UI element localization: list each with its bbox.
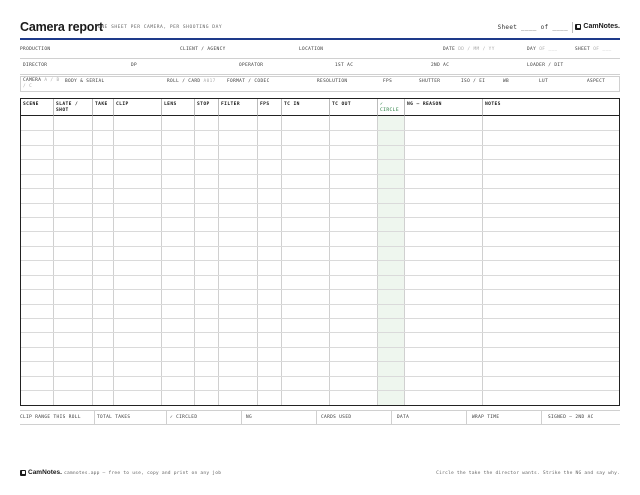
resolution-field[interactable]: RESOLUTION: [317, 79, 347, 84]
header-rule: [20, 38, 620, 40]
sheet-label: SHEET: [575, 47, 591, 52]
table-row-line: [21, 188, 619, 190]
page-title: Camera report: [20, 20, 103, 34]
director-field[interactable]: DIRECTOR: [23, 63, 47, 68]
first-ac-field[interactable]: 1ST AC: [335, 63, 353, 68]
client-field[interactable]: CLIENT / AGENCY: [180, 47, 226, 52]
header-filter: FILTER: [219, 99, 258, 116]
brand-name: CamNotes.: [583, 23, 620, 30]
body-serial-field[interactable]: BODY & SERIAL: [65, 79, 105, 84]
roll-card-field[interactable]: ROLL / CARD A017: [167, 79, 216, 84]
day-label: DAY: [527, 47, 537, 52]
ng-count-field[interactable]: NG: [242, 411, 317, 425]
lut-field[interactable]: LUT: [539, 79, 548, 84]
meta-row-crew: DIRECTOR DP OPERATOR 1ST AC 2ND AC LOADE…: [20, 60, 620, 75]
meta-row-production: PRODUCTION CLIENT / AGENCY LOCATION DATE…: [20, 44, 620, 59]
header-divider: [572, 22, 573, 33]
roll-label: ROLL / CARD: [167, 79, 201, 84]
take-log-table: SCENE SLATE / SHOT TAKE CLIP LENS STOP FILTER FP…: [20, 98, 620, 406]
camnotes-logo-icon: [20, 469, 26, 476]
circled-count-field[interactable]: ✓ CIRCLED: [167, 411, 242, 425]
header-notes: NOTES: [483, 99, 619, 116]
header-fps: FPS: [258, 99, 282, 116]
header-circle: ✓ CIRCLE: [378, 99, 405, 116]
sheet-count-field[interactable]: Sheet ____ of ____: [498, 24, 568, 31]
report-header: Camera report ONE SHEET PER CAMERA, PER …: [20, 19, 620, 37]
iso-field[interactable]: ISO / EI: [461, 79, 485, 84]
header-take: TAKE: [93, 99, 114, 116]
page-footer: CamNotes. camnotes.app — free to use, co…: [20, 469, 620, 479]
date-label: DATE: [443, 47, 456, 52]
meta-row-camera: CAMERA A / B / C BODY & SERIAL ROLL / CAR…: [20, 76, 620, 92]
table-row-line: [21, 231, 619, 233]
wrap-time-field[interactable]: WRAP TIME: [467, 411, 542, 425]
sheet-hint: OF ___: [593, 47, 612, 52]
table-row-line: [21, 216, 619, 218]
wb-field[interactable]: WB: [503, 79, 509, 84]
footer-tip: Circle the take the director wants. Stri…: [436, 471, 620, 476]
table-row-line: [21, 173, 619, 175]
table-row-line: [21, 289, 619, 291]
camnotes-logo-icon: [575, 23, 582, 30]
loader-field[interactable]: LOADER / DIT: [527, 63, 564, 68]
header-tc_in: TC IN: [282, 99, 330, 116]
footer-note: camnotes.app — free to use, copy and pri…: [64, 471, 222, 476]
table-row-line: [21, 303, 619, 305]
roll-summary: CLIP RANGE THIS ROLL TOTAL TAKES ✓ CIRCL…: [20, 410, 620, 425]
format-codec-field[interactable]: FORMAT / CODEC: [227, 79, 270, 84]
header-ng: NG — REASON: [405, 99, 483, 116]
table-row-line: [21, 245, 619, 247]
table-row-line: [21, 274, 619, 276]
clip-range-field[interactable]: CLIP RANGE THIS ROLL: [20, 411, 95, 425]
table-row-line: [21, 260, 619, 262]
dp-field[interactable]: DP: [131, 63, 137, 68]
day-field[interactable]: DAY OF ___: [527, 47, 557, 52]
header-tc_out: TC OUT: [330, 99, 378, 116]
camera-label: CAMERA: [23, 78, 42, 83]
camera-field[interactable]: CAMERA A / B / C: [23, 78, 60, 89]
cards-used-field[interactable]: CARDS USED: [317, 411, 392, 425]
camera-hint-b: / C: [23, 83, 33, 89]
table-row-line: [21, 159, 619, 161]
table-row-line: [21, 202, 619, 204]
roll-hint: A017: [203, 79, 216, 84]
second-ac-field[interactable]: 2ND AC: [431, 63, 449, 68]
brand-logo: CamNotes.: [575, 23, 620, 30]
aspect-field[interactable]: ASPECT: [587, 79, 605, 84]
table-row-line: [21, 144, 619, 146]
page-subtitle: ONE SHEET PER CAMERA, PER SHOOTING DAY: [98, 25, 223, 30]
date-hint: DD / MM / YY: [458, 47, 495, 52]
header-scene: SCENE: [21, 99, 54, 116]
footer-brand: CamNotes.: [20, 469, 62, 476]
header-lens: LENS: [162, 99, 195, 116]
operator-field[interactable]: OPERATOR: [239, 63, 263, 68]
data-field[interactable]: DATA: [392, 411, 467, 425]
table-row-line: [21, 130, 619, 132]
table-row-line: [21, 390, 619, 392]
table-row-line: [21, 361, 619, 363]
header-stop: STOP: [195, 99, 219, 116]
total-takes-field[interactable]: TOTAL TAKES: [95, 411, 167, 425]
camera-hint-a: A / B: [44, 78, 60, 83]
signed-field[interactable]: SIGNED — 2ND AC: [542, 411, 620, 425]
shutter-field[interactable]: SHUTTER: [419, 79, 440, 84]
location-field[interactable]: LOCATION: [299, 47, 323, 52]
header-slate: SLATE / SHOT: [54, 99, 93, 116]
table-row-line: [21, 375, 619, 377]
day-hint: OF ___: [539, 47, 558, 52]
header-clip: CLIP: [114, 99, 162, 116]
sheet-field[interactable]: SHEET OF ___: [575, 47, 612, 52]
table-row-line: [21, 332, 619, 334]
production-field[interactable]: PRODUCTION: [20, 47, 50, 52]
date-field[interactable]: DATE DD / MM / YY: [443, 47, 495, 52]
table-row-line: [21, 346, 619, 348]
footer-brand-name: CamNotes.: [28, 469, 62, 476]
fps-field[interactable]: FPS: [383, 79, 392, 84]
table-row-line: [21, 317, 619, 319]
